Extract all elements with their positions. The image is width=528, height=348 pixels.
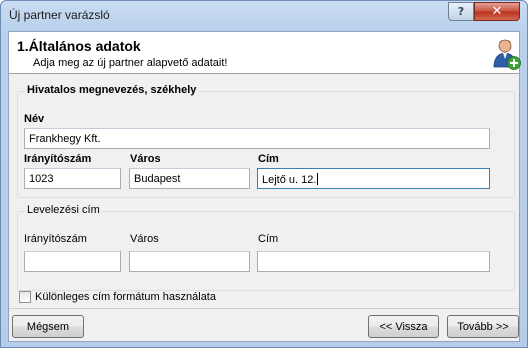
- name-label: Név: [24, 113, 45, 125]
- help-button[interactable]: ?: [448, 2, 474, 21]
- address-field-value: Lejtő u. 12.: [262, 174, 317, 186]
- city-label: Város: [130, 153, 161, 165]
- name-field-value: Frankhegy Kft.: [29, 133, 101, 145]
- zip-field[interactable]: 1023: [24, 168, 121, 189]
- special-format-checkbox[interactable]: [19, 291, 31, 303]
- mailing-address-label: Cím: [258, 233, 279, 245]
- zip-label: Irányítószám: [24, 153, 92, 165]
- city-field-value: Budapest: [134, 173, 181, 185]
- step-subtitle: Adja meg az új partner alapvető adatait!: [33, 57, 228, 69]
- close-icon: ✕: [491, 4, 503, 19]
- mailing-address-field[interactable]: [257, 251, 490, 272]
- address-field[interactable]: Lejtő u. 12.: [257, 168, 490, 189]
- text-caret: [317, 173, 319, 185]
- mailing-zip-label: Irányítószám: [24, 233, 87, 245]
- zip-field-value: 1023: [29, 173, 54, 185]
- next-button[interactable]: Tovább >>: [447, 315, 519, 338]
- help-icon: ?: [457, 5, 465, 18]
- special-format-label[interactable]: Különleges cím formátum használata: [35, 291, 216, 303]
- cancel-button[interactable]: Mégsem: [12, 315, 84, 338]
- close-button[interactable]: ✕: [474, 2, 520, 21]
- title-bar[interactable]: Új partner varázsló ? ✕: [1, 1, 527, 31]
- mailing-city-field[interactable]: [129, 251, 250, 272]
- cancel-button-label: Mégsem: [26, 320, 70, 333]
- user-add-icon: [493, 39, 521, 70]
- back-button-label: << Vissza: [379, 320, 428, 333]
- name-field[interactable]: Frankhegy Kft.: [24, 128, 490, 149]
- mailing-zip-field[interactable]: [24, 251, 121, 272]
- back-button[interactable]: << Vissza: [368, 315, 439, 338]
- mailing-group-legend: Levelezési cím: [24, 204, 103, 216]
- mailing-city-label: Város: [130, 233, 159, 245]
- step-title: 1.Általános adatok: [17, 38, 141, 54]
- dialog-client-area: 1.Általános adatok Adja meg az új partne…: [8, 31, 521, 342]
- footer-divider: [9, 308, 519, 309]
- wizard-window: Új partner varázsló ? ✕ 1.Általános adat…: [0, 0, 528, 348]
- address-label: Cím: [258, 153, 279, 165]
- official-group-legend: Hivatalos megnevezés, székhely: [24, 84, 200, 96]
- city-field[interactable]: Budapest: [129, 168, 250, 189]
- window-title: Új partner varázsló: [9, 8, 110, 22]
- wizard-header: 1.Általános adatok Adja meg az új partne…: [9, 32, 521, 74]
- next-button-label: Tovább >>: [457, 320, 509, 333]
